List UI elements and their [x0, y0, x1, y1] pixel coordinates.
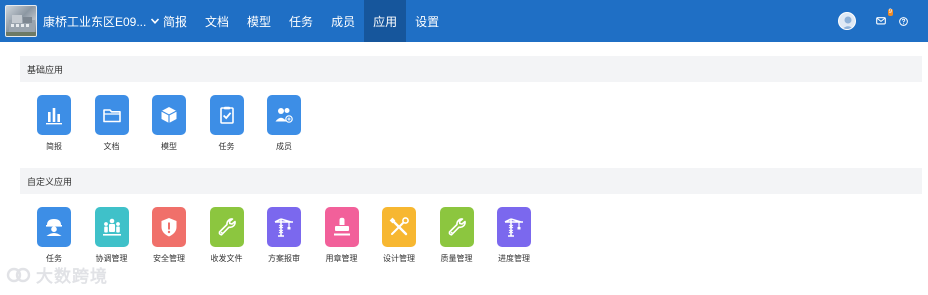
main-nav: 简报 文档 模型 任务 成员 应用 设置 [154, 0, 448, 42]
app-members[interactable]: 成员 [266, 95, 302, 152]
nav-tasks[interactable]: 任务 [280, 0, 322, 42]
app-label: 进度管理 [498, 254, 530, 263]
app-model[interactable]: 模型 [151, 95, 187, 152]
app-custom-tasks[interactable]: 任务 [36, 207, 72, 264]
worker-icon [37, 207, 71, 247]
meeting-icon [94, 207, 129, 247]
project-name: 康桥工业东区E09... [43, 14, 147, 29]
nav-briefing[interactable]: 简报 [154, 0, 196, 42]
app-plan-review[interactable]: 方案报审 [266, 207, 302, 264]
logo-icon [6, 267, 31, 282]
users-icon [267, 95, 301, 135]
stamp-icon [324, 207, 359, 247]
app-file-transfer[interactable]: 收发文件 [209, 207, 245, 264]
tools-icon [382, 207, 416, 247]
app-label: 用章管理 [325, 254, 358, 263]
app-label: 模型 [161, 142, 177, 151]
bar-chart-icon [37, 95, 71, 135]
app-label: 安全管理 [153, 254, 185, 263]
app-label: 收发文件 [210, 254, 243, 263]
app-label: 方案报审 [268, 254, 300, 263]
project-selector[interactable]: 康桥工业东区E09... [5, 4, 160, 38]
app-coordination[interactable]: 协调管理 [94, 207, 130, 264]
section-title-custom: 自定义应用 [20, 168, 922, 194]
crane-icon [267, 207, 301, 247]
cube-icon [152, 95, 186, 135]
nav-apps[interactable]: 应用 [364, 0, 407, 42]
nav-settings[interactable]: 设置 [406, 0, 448, 42]
wrench-icon [439, 207, 474, 247]
app-documents[interactable]: 文档 [94, 95, 130, 152]
project-thumbnail [5, 5, 37, 37]
base-apps: 简报 文档 模型 任务 成员 [36, 95, 324, 152]
app-label: 文档 [103, 142, 120, 151]
clipboard-check-icon [209, 95, 244, 135]
crane-icon [497, 207, 531, 247]
help-icon[interactable] [896, 14, 910, 28]
app-label: 成员 [276, 142, 292, 151]
app-label: 简报 [46, 142, 62, 151]
app-seal-management[interactable]: 用章管理 [324, 207, 360, 264]
nav-model[interactable]: 模型 [238, 0, 280, 42]
app-tasks[interactable]: 任务 [209, 95, 245, 152]
watermark-text: 大数跨境 [36, 267, 108, 286]
app-label: 任务 [218, 142, 235, 151]
app-label: 质量管理 [440, 254, 473, 263]
watermark: 大数跨境 [6, 262, 108, 287]
header-tools: 9 [838, 0, 910, 42]
app-label: 设计管理 [383, 254, 415, 263]
app-design-management[interactable]: 设计管理 [381, 207, 417, 264]
app-safety[interactable]: 安全管理 [151, 207, 187, 264]
message-icon[interactable]: 9 [874, 9, 893, 28]
wrench-icon [209, 207, 244, 247]
folder-icon [94, 95, 129, 135]
section-title-base: 基础应用 [20, 56, 922, 82]
nav-documents[interactable]: 文档 [196, 0, 238, 42]
custom-apps: 任务 协调管理 安全管理 收发文件 方案报审 用章管理 设计管理 质量管理 进度… [36, 207, 554, 264]
avatar[interactable] [838, 12, 856, 30]
shield-alert-icon [152, 207, 186, 247]
nav-members[interactable]: 成员 [322, 0, 364, 42]
app-briefing[interactable]: 简报 [36, 95, 72, 152]
app-progress-management[interactable]: 进度管理 [496, 207, 532, 264]
app-quality-management[interactable]: 质量管理 [439, 207, 475, 264]
notification-badge: 9 [887, 9, 893, 16]
top-bar: 康桥工业东区E09... 简报 文档 模型 任务 成员 应用 设置 9 [0, 0, 928, 42]
